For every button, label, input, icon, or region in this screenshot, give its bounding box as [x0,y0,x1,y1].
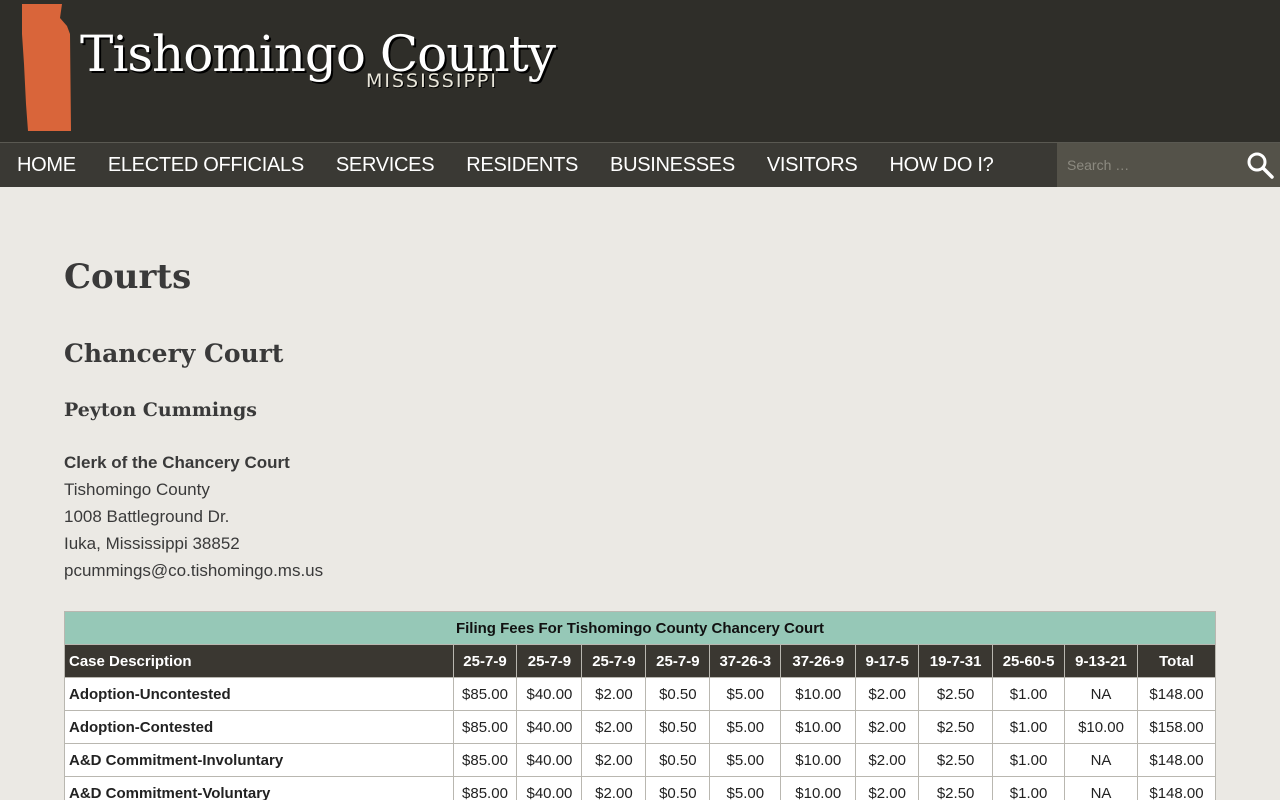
fee-cell: $0.50 [645,710,711,744]
main-content: Courts Chancery Court Peyton Cummings Cl… [0,187,1280,800]
table-caption: Filing Fees For Tishomingo County Chance… [64,611,1216,645]
fee-cell: $148.00 [1136,677,1217,711]
table-body: Adoption-Uncontested $85.00 $40.00 $2.00 $0.… [64,677,1217,800]
case-description-cell: A&D Commitment-Voluntary [64,776,454,800]
column-header: 25-7-9 [581,644,647,678]
column-header: 25-7-9 [645,644,711,678]
fee-cell: $2.00 [855,710,920,744]
column-header: 25-7-9 [516,644,583,678]
fee-cell: $2.00 [581,743,647,777]
fee-cell: $85.00 [452,743,518,777]
fee-cell: $5.00 [709,710,782,744]
nav-services[interactable]: SERVICES [320,143,450,187]
fee-cell: $1.00 [992,710,1066,744]
page-title: Courts [64,257,192,297]
column-header: 37-26-9 [780,644,857,678]
fee-cell: $10.00 [780,710,857,744]
fee-cell: $40.00 [516,776,583,800]
fee-cell: NA [1064,677,1138,711]
fee-cell: $1.00 [992,743,1066,777]
clerk-name: Peyton Cummings [64,399,257,421]
case-description-cell: A&D Commitment-Involuntary [64,743,454,777]
address-line: Iuka, Mississippi 38852 [64,534,240,553]
fee-cell: $158.00 [1136,710,1217,744]
nav-residents[interactable]: RESIDENTS [450,143,594,187]
fee-cell: $2.00 [855,743,920,777]
fee-cell: $85.00 [452,776,518,800]
search-box [1057,143,1280,187]
table-row: Adoption-Contested $85.00 $40.00 $2.00 $0.50… [64,710,1217,744]
contact-block: Clerk of the Chancery Court Tishomingo C… [64,449,1216,584]
column-header: 9-13-21 [1064,644,1138,678]
fee-cell: NA [1064,776,1138,800]
fee-cell: $40.00 [516,710,583,744]
nav-elected-officials[interactable]: ELECTED OFFICIALS [92,143,320,187]
nav-how-do-i[interactable]: HOW DO I? [873,143,1009,187]
column-header: 25-7-9 [452,644,518,678]
fee-cell: $2.50 [918,743,994,777]
fee-cell: $5.00 [709,776,782,800]
fee-cell: $2.50 [918,776,994,800]
county-map-logo[interactable] [20,4,72,131]
fee-cell: $148.00 [1136,743,1217,777]
column-header: 9-17-5 [855,644,920,678]
fee-cell: $0.50 [645,743,711,777]
nav-businesses[interactable]: BUSINESSES [594,143,751,187]
main-nav: HOME ELECTED OFFICIALS SERVICES RESIDENT… [0,142,1280,187]
table-header-row: Case Description 25-7-9 25-7-9 25-7-9 25… [64,644,1217,678]
section-title: Chancery Court [64,339,284,368]
fee-cell: $0.50 [645,776,711,800]
fee-cell: $40.00 [516,743,583,777]
fee-cell: $2.00 [855,776,920,800]
table-row: A&D Commitment-Involuntary $85.00 $40.00 $2… [64,743,1217,777]
clerk-role: Clerk of the Chancery Court [64,453,290,472]
column-header: Total [1136,644,1217,678]
column-header: 37-26-3 [709,644,782,678]
column-header: 19-7-31 [918,644,994,678]
fee-cell: $5.00 [709,743,782,777]
filing-fees-table: Filing Fees For Tishomingo County Chance… [64,611,1217,800]
search-input[interactable] [1057,143,1237,187]
fee-cell: $1.00 [992,677,1066,711]
nav-home[interactable]: HOME [0,143,92,187]
fee-cell: $5.00 [709,677,782,711]
email-link[interactable]: pcummings@co.tishomingo.ms.us [64,557,1216,584]
fee-cell: $2.50 [918,677,994,711]
column-header: Case Description [64,644,454,678]
fee-cell: $2.00 [581,710,647,744]
fee-cell: $10.00 [1064,710,1138,744]
table-row: Adoption-Uncontested $85.00 $40.00 $2.00 $0.… [64,677,1217,711]
search-icon[interactable] [1246,151,1274,179]
fee-cell: $2.00 [581,677,647,711]
case-description-cell: Adoption-Uncontested [64,677,454,711]
table-caption-row: Filing Fees For Tishomingo County Chance… [64,611,1216,645]
column-header: 25-60-5 [992,644,1066,678]
fee-cell: $0.50 [645,677,711,711]
fee-cell: $2.00 [855,677,920,711]
fee-cell: $2.50 [918,710,994,744]
address-line: 1008 Battleground Dr. [64,507,230,526]
fee-cell: $40.00 [516,677,583,711]
fee-cell: NA [1064,743,1138,777]
site-header: Tishomingo County MISSISSIPPI [0,0,1280,142]
table-row: A&D Commitment-Voluntary $85.00 $40.00 $2.0… [64,776,1217,800]
fee-cell: $85.00 [452,677,518,711]
fee-cell: $2.00 [581,776,647,800]
address-line: Tishomingo County [64,480,210,499]
fee-cell: $1.00 [992,776,1066,800]
fee-cell: $85.00 [452,710,518,744]
case-description-cell: Adoption-Contested [64,710,454,744]
fee-cell: $10.00 [780,776,857,800]
fee-cell: $148.00 [1136,776,1217,800]
nav-visitors[interactable]: VISITORS [751,143,874,187]
fee-cell: $10.00 [780,677,857,711]
fee-cell: $10.00 [780,743,857,777]
site-subtitle: MISSISSIPPI [366,70,498,92]
